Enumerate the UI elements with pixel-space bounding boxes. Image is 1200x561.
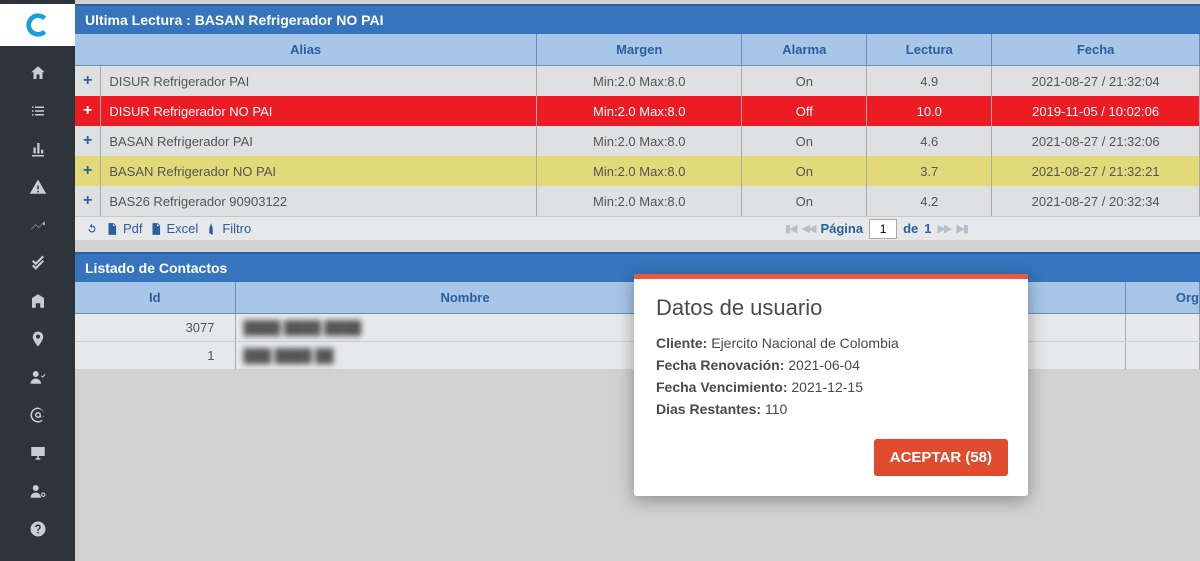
lectura-cell: 4.9 bbox=[867, 66, 992, 97]
nombre-cell: ███ ████ ██ bbox=[235, 342, 695, 370]
lectura-cell: 4.2 bbox=[867, 186, 992, 216]
pager-total: 1 bbox=[924, 221, 931, 236]
nav-list[interactable] bbox=[0, 92, 75, 130]
pager-prev-icon[interactable]: ◀◀ bbox=[802, 222, 815, 235]
ultima-lectura-title: Ultima Lectura : BASAN Refrigerador NO P… bbox=[75, 4, 1200, 34]
alarma-cell: On bbox=[742, 186, 867, 216]
id-cell: 1 bbox=[75, 342, 235, 370]
alarma-cell: On bbox=[742, 66, 867, 97]
table-row[interactable]: + DISUR Refrigerador NO PAI Min:2.0 Max:… bbox=[75, 96, 1200, 126]
alias-cell: DISUR Refrigerador NO PAI bbox=[101, 96, 537, 126]
pager-de: de bbox=[903, 221, 918, 236]
table-row[interactable]: + BASAN Refrigerador NO PAI Min:2.0 Max:… bbox=[75, 156, 1200, 186]
col-lectura[interactable]: Lectura bbox=[867, 34, 992, 66]
refresh-icon[interactable] bbox=[85, 222, 99, 236]
col-fecha[interactable]: Fecha bbox=[992, 34, 1200, 66]
logo bbox=[0, 4, 75, 46]
table-toolbar: Pdf Excel Filtro ▮◀ ◀◀ Página de 1 ▶▶ ▶▮ bbox=[75, 216, 1200, 240]
ultima-lectura-panel: Ultima Lectura : BASAN Refrigerador NO P… bbox=[75, 4, 1200, 240]
aceptar-button[interactable]: ACEPTAR (58) bbox=[874, 439, 1008, 476]
nav-at[interactable] bbox=[0, 396, 75, 434]
pager: ▮◀ ◀◀ Página de 1 ▶▶ ▶▮ bbox=[785, 219, 967, 239]
nav-user-settings[interactable] bbox=[0, 472, 75, 510]
pdf-label: Pdf bbox=[123, 221, 143, 236]
lectura-cell: 10.0 bbox=[867, 96, 992, 126]
alias-cell: DISUR Refrigerador PAI bbox=[101, 66, 537, 97]
margen-cell: Min:2.0 Max:8.0 bbox=[537, 186, 742, 216]
table-row[interactable]: + BAS26 Refrigerador 90903122 Min:2.0 Ma… bbox=[75, 186, 1200, 216]
expand-icon[interactable]: + bbox=[75, 186, 101, 216]
sidebar bbox=[0, 0, 75, 561]
pager-next-icon[interactable]: ▶▶ bbox=[937, 222, 950, 235]
expand-icon[interactable]: + bbox=[75, 96, 101, 126]
nav-display[interactable] bbox=[0, 434, 75, 472]
nav-alert[interactable] bbox=[0, 168, 75, 206]
alarma-cell: On bbox=[742, 156, 867, 186]
nav-location[interactable] bbox=[0, 320, 75, 358]
nav-building[interactable] bbox=[0, 282, 75, 320]
alias-cell: BASAN Refrigerador NO PAI bbox=[101, 156, 537, 186]
margen-cell: Min:2.0 Max:8.0 bbox=[537, 96, 742, 126]
alarma-cell: Off bbox=[742, 96, 867, 126]
col-org[interactable]: Org bbox=[1125, 282, 1200, 314]
lectura-table: Alias Margen Alarma Lectura Fecha + DISU… bbox=[75, 34, 1200, 216]
fecha-cell: 2021-08-27 / 21:32:21 bbox=[992, 156, 1200, 186]
expand-icon[interactable]: + bbox=[75, 126, 101, 156]
fecha-cell: 2021-08-27 / 20:32:34 bbox=[992, 186, 1200, 216]
fecha-cell: 2021-08-27 / 21:32:04 bbox=[992, 66, 1200, 97]
lectura-cell: 4.6 bbox=[867, 126, 992, 156]
margen-cell: Min:2.0 Max:8.0 bbox=[537, 126, 742, 156]
col-margen[interactable]: Margen bbox=[537, 34, 742, 66]
nav-home[interactable] bbox=[0, 54, 75, 92]
user-data-modal: Datos de usuario Cliente: Ejercito Nacio… bbox=[634, 274, 1028, 496]
expand-icon[interactable]: + bbox=[75, 66, 101, 97]
margen-cell: Min:2.0 Max:8.0 bbox=[537, 66, 742, 97]
nav-chart[interactable] bbox=[0, 130, 75, 168]
filtro-label: Filtro bbox=[222, 221, 251, 236]
alias-cell: BASAN Refrigerador PAI bbox=[101, 126, 537, 156]
lectura-cell: 3.7 bbox=[867, 156, 992, 186]
expand-icon[interactable]: + bbox=[75, 156, 101, 186]
alias-cell: BAS26 Refrigerador 90903122 bbox=[101, 186, 537, 216]
pdf-button[interactable]: Pdf bbox=[105, 221, 143, 236]
filtro-button[interactable]: Filtro bbox=[204, 221, 251, 236]
nav-trend[interactable] bbox=[0, 206, 75, 244]
margen-cell: Min:2.0 Max:8.0 bbox=[537, 156, 742, 186]
modal-vencimiento: Fecha Vencimiento: 2021-12-15 bbox=[656, 379, 1006, 395]
table-row[interactable]: + DISUR Refrigerador PAI Min:2.0 Max:8.0… bbox=[75, 66, 1200, 97]
fecha-cell: 2019-11-05 / 10:02:06 bbox=[992, 96, 1200, 126]
pager-label: Página bbox=[820, 221, 863, 236]
nav-check[interactable] bbox=[0, 244, 75, 282]
modal-renovacion: Fecha Renovación: 2021-06-04 bbox=[656, 357, 1006, 373]
pager-last-icon[interactable]: ▶▮ bbox=[956, 222, 967, 235]
nav-user-check[interactable] bbox=[0, 358, 75, 396]
nav-help[interactable] bbox=[0, 510, 75, 548]
excel-button[interactable]: Excel bbox=[149, 221, 199, 236]
col-nombre[interactable]: Nombre bbox=[235, 282, 695, 314]
pager-first-icon[interactable]: ▮◀ bbox=[785, 222, 796, 235]
col-alarma[interactable]: Alarma bbox=[742, 34, 867, 66]
fecha-cell: 2021-08-27 / 21:32:06 bbox=[992, 126, 1200, 156]
alarma-cell: On bbox=[742, 126, 867, 156]
nombre-cell: ████ ████ ████ bbox=[235, 314, 695, 342]
col-alias[interactable]: Alias bbox=[75, 34, 537, 66]
modal-title: Datos de usuario bbox=[656, 295, 1006, 321]
excel-label: Excel bbox=[167, 221, 199, 236]
table-row[interactable]: + BASAN Refrigerador PAI Min:2.0 Max:8.0… bbox=[75, 126, 1200, 156]
col-id[interactable]: Id bbox=[75, 282, 235, 314]
modal-dias: Dias Restantes: 110 bbox=[656, 401, 1006, 417]
pager-current-input[interactable] bbox=[869, 219, 897, 239]
id-cell: 3077 bbox=[75, 314, 235, 342]
modal-cliente: Cliente: Ejercito Nacional de Colombia bbox=[656, 335, 1006, 351]
